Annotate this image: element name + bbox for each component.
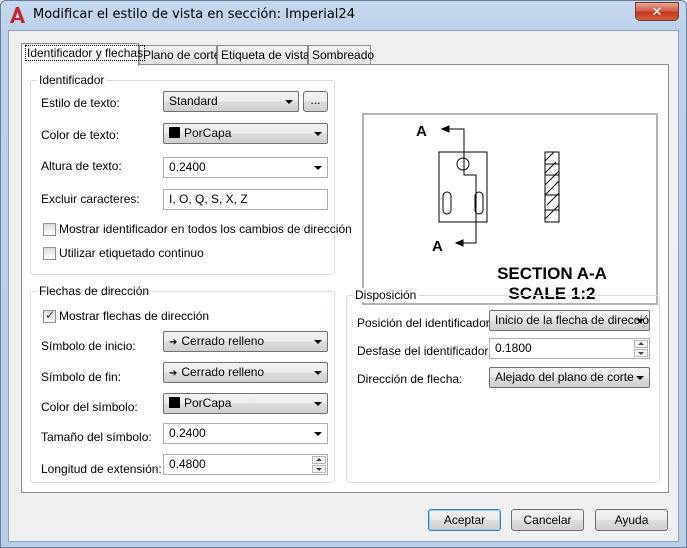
color-texto-value: PorCapa bbox=[184, 126, 232, 140]
section-preview: A A SECTION A-A SCALE 1:2 bbox=[362, 113, 658, 305]
closed-filled-arrow-icon: ➔ bbox=[169, 368, 178, 379]
color-texto-select[interactable]: PorCapa bbox=[163, 123, 328, 144]
closed-filled-arrow-icon: ➔ bbox=[169, 337, 178, 348]
longitud-extension-value: 0.4800 bbox=[169, 457, 206, 471]
cancelar-button[interactable]: Cancelar bbox=[511, 509, 584, 531]
chevron-down-icon bbox=[636, 319, 644, 323]
tab-sombreado[interactable]: Sombreado bbox=[308, 45, 374, 65]
tab-label: Identificador y flechas bbox=[25, 45, 146, 61]
part-front-view bbox=[438, 151, 488, 223]
ayuda-button[interactable]: Ayuda bbox=[595, 509, 668, 531]
etiquetado-continuo-label: Utilizar etiquetado continuo bbox=[59, 246, 204, 260]
posicion-identificador-value: Inicio de la flecha de direcció bbox=[495, 313, 650, 327]
browse-text-style-button[interactable]: ... bbox=[303, 91, 328, 112]
mostrar-identificador-checkbox[interactable] bbox=[43, 223, 56, 236]
chevron-down-icon bbox=[314, 132, 322, 136]
tamano-simbolo-label: Tamaño del símbolo: bbox=[41, 430, 152, 444]
simbolo-fin-label: Símbolo de fin: bbox=[41, 370, 122, 384]
posicion-identificador-label: Posición del identificador: bbox=[357, 316, 494, 330]
color-simbolo-value: PorCapa bbox=[184, 396, 232, 410]
simbolo-inicio-select[interactable]: ➔ Cerrado relleno bbox=[163, 331, 328, 352]
spin-up-icon[interactable] bbox=[634, 340, 648, 348]
mostrar-flechas-checkbox[interactable] bbox=[43, 308, 56, 323]
preview-label-top: A bbox=[416, 123, 427, 140]
excluir-caracteres-input[interactable]: I, O, Q, S, X, Z bbox=[163, 189, 328, 210]
color-swatch bbox=[169, 127, 180, 138]
longitud-extension-spinner[interactable]: 0.4800 bbox=[163, 454, 328, 475]
mostrar-identificador-label: Mostrar identificador en todos los cambi… bbox=[59, 222, 352, 236]
direccion-flecha-value: Alejado del plano de corte bbox=[495, 370, 634, 384]
tab-identificador-flechas[interactable]: Identificador y flechas bbox=[21, 43, 146, 66]
chevron-down-icon bbox=[314, 371, 322, 375]
autocad-logo-icon bbox=[10, 7, 25, 23]
etiquetado-continuo-checkbox[interactable] bbox=[43, 247, 56, 260]
group-flechas-direccion: Flechas de dirección Mostrar flechas de … bbox=[30, 284, 335, 483]
longitud-extension-label: Longitud de extensión: bbox=[41, 462, 162, 476]
part-section-view bbox=[544, 151, 560, 223]
aceptar-button[interactable]: Aceptar bbox=[428, 509, 501, 531]
desfase-identificador-spinner[interactable]: 0.1800 bbox=[489, 338, 650, 359]
chevron-down-icon bbox=[636, 376, 644, 380]
section-line bbox=[440, 125, 477, 247]
estilo-texto-select[interactable]: Standard bbox=[163, 91, 299, 112]
group-disposicion: Disposición Posición del identificador: … bbox=[346, 288, 660, 483]
title-bar[interactable]: Modificar el estilo de vista en sección:… bbox=[1, 1, 686, 29]
direccion-flecha-select[interactable]: Alejado del plano de corte bbox=[489, 367, 650, 388]
window-title: Modificar el estilo de vista en sección:… bbox=[33, 7, 355, 22]
preview-caption-line1: SECTION A-A bbox=[497, 264, 607, 283]
dialog-client: Identificador y flechas Plano de corte E… bbox=[8, 30, 679, 542]
color-texto-label: Color de texto: bbox=[41, 128, 120, 142]
chevron-down-icon bbox=[314, 340, 322, 344]
color-simbolo-label: Color del símbolo: bbox=[41, 400, 138, 414]
color-swatch bbox=[169, 397, 180, 408]
desfase-identificador-label: Desfase del identificador: bbox=[357, 344, 492, 358]
tab-plano-corte[interactable]: Plano de corte bbox=[139, 45, 220, 65]
spin-down-icon[interactable] bbox=[634, 349, 648, 357]
tab-panel: Identificador Estilo de texto: Standard … bbox=[21, 64, 669, 493]
spinner-buttons[interactable] bbox=[312, 456, 326, 473]
spin-up-icon[interactable] bbox=[312, 456, 326, 464]
color-simbolo-select[interactable]: PorCapa bbox=[163, 393, 328, 414]
close-button[interactable]: ✕ bbox=[635, 2, 679, 21]
estilo-texto-label: Estilo de texto: bbox=[41, 96, 120, 110]
altura-texto-combo[interactable]: 0.2400 bbox=[163, 157, 328, 178]
group-identificador: Identificador Estilo de texto: Standard … bbox=[30, 73, 352, 275]
group-title-disposicion: Disposición bbox=[353, 288, 419, 302]
posicion-identificador-select[interactable]: Inicio de la flecha de direcció bbox=[489, 310, 650, 331]
tamano-simbolo-value: 0.2400 bbox=[169, 426, 206, 440]
desfase-identificador-value: 0.1800 bbox=[495, 341, 532, 355]
simbolo-inicio-label: Símbolo de inicio: bbox=[41, 339, 136, 353]
tab-etiqueta-vista[interactable]: Etiqueta de vista bbox=[217, 45, 310, 65]
group-title-identificador: Identificador bbox=[37, 73, 107, 87]
simbolo-fin-value: Cerrado relleno bbox=[181, 365, 265, 379]
spin-down-icon[interactable] bbox=[312, 465, 326, 473]
simbolo-inicio-value: Cerrado relleno bbox=[181, 334, 265, 348]
tamano-simbolo-combo[interactable]: 0.2400 bbox=[163, 423, 328, 444]
altura-texto-label: Altura de texto: bbox=[41, 159, 122, 173]
simbolo-fin-select[interactable]: ➔ Cerrado relleno bbox=[163, 362, 328, 383]
chevron-down-icon bbox=[314, 402, 322, 406]
altura-texto-value: 0.2400 bbox=[169, 160, 206, 174]
estilo-texto-value: Standard bbox=[169, 94, 218, 108]
preview-label-bottom: A bbox=[432, 238, 443, 255]
direccion-flecha-label: Dirección de flecha: bbox=[357, 372, 463, 386]
mostrar-flechas-label: Mostrar flechas de dirección bbox=[59, 309, 210, 323]
spinner-buttons[interactable] bbox=[634, 340, 648, 357]
dialog-window: Modificar el estilo de vista en sección:… bbox=[0, 0, 687, 548]
chevron-down-icon bbox=[314, 166, 322, 170]
chevron-down-icon bbox=[285, 100, 293, 104]
preview-drawing: A A SECTION A-A SCALE 1:2 bbox=[416, 123, 607, 303]
excluir-caracteres-label: Excluir caracteres: bbox=[41, 192, 140, 206]
chevron-down-icon bbox=[314, 432, 322, 436]
group-title-flechas: Flechas de dirección bbox=[37, 284, 152, 298]
